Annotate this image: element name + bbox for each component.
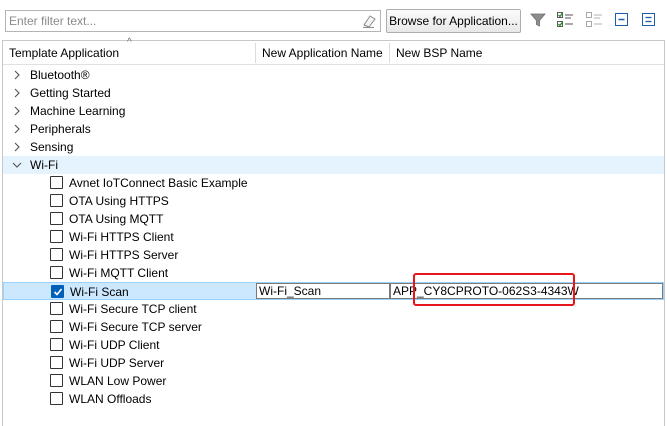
tree-category-row[interactable]: Peripherals <box>3 120 664 138</box>
tree-app-label: Wi-Fi UDP Server <box>69 356 165 370</box>
tree-app-row[interactable]: WLAN Offloads <box>3 390 664 408</box>
tree-app-label: Avnet IoTConnect Basic Example <box>69 176 248 190</box>
checkbox[interactable] <box>50 302 63 315</box>
tree-app-row[interactable]: Avnet IoTConnect Basic Example <box>3 174 664 192</box>
checkbox[interactable] <box>50 230 63 243</box>
chevron-right-icon[interactable] <box>11 84 23 102</box>
tree-app-row[interactable]: Wi-Fi HTTPS Server <box>3 246 664 264</box>
tree-app-label: WLAN Offloads <box>69 392 152 406</box>
collapse-all-icon[interactable] <box>613 11 631 29</box>
tree-app-row[interactable]: OTA Using HTTPS <box>3 192 664 210</box>
tree-category-row[interactable]: Sensing <box>3 138 664 156</box>
tree-category-row[interactable]: Getting Started <box>3 84 664 102</box>
checklist-disabled-icon[interactable] <box>585 11 603 29</box>
template-application-table: Template Application ^ New Application N… <box>2 37 665 426</box>
tree-app-row[interactable]: Wi-Fi HTTPS Client <box>3 228 664 246</box>
tree-category-row[interactable]: Bluetooth® <box>3 66 664 84</box>
tree-app-row[interactable]: OTA Using MQTT <box>3 210 664 228</box>
column-header-new-application-name[interactable]: New Application Name <box>256 41 390 65</box>
checkbox[interactable] <box>50 338 63 351</box>
checkbox[interactable] <box>50 194 63 207</box>
column-header-new-bsp-name[interactable]: New BSP Name <box>390 41 664 65</box>
tree-category-label: Getting Started <box>30 86 111 100</box>
tree-category-label: Sensing <box>30 140 74 154</box>
chevron-right-icon[interactable] <box>11 138 23 156</box>
chevron-right-icon[interactable] <box>11 66 23 84</box>
tree-app-label: Wi-Fi Secure TCP client <box>69 302 197 316</box>
new-application-name-field[interactable]: Wi-Fi_Scan <box>256 283 390 299</box>
browse-for-application-button[interactable]: Browse for Application... <box>386 9 521 33</box>
clear-filter-icon[interactable] <box>361 13 377 29</box>
tree-app-label: Wi-Fi Secure TCP server <box>69 320 202 334</box>
tree-app-row[interactable]: Wi-Fi Scan Wi-Fi_Scan APP_CY8CPROTO-062S3-… <box>3 282 664 300</box>
column-header-label: New BSP Name <box>396 46 483 60</box>
tree-app-row[interactable]: WLAN Low Power <box>3 372 664 390</box>
filter-icon[interactable] <box>529 11 547 29</box>
tree-app-row[interactable]: Wi-Fi Secure TCP server <box>3 318 664 336</box>
checkbox[interactable] <box>50 266 63 279</box>
chevron-right-icon[interactable] <box>11 120 23 138</box>
chevron-down-icon[interactable] <box>11 156 23 174</box>
checkbox[interactable] <box>50 320 63 333</box>
checkbox[interactable] <box>50 176 63 189</box>
sort-ascending-icon: ^ <box>127 37 132 48</box>
toolbar: Browse for Application... <box>0 0 667 40</box>
checkbox[interactable] <box>50 392 63 405</box>
column-header-label: Template Application <box>9 46 120 60</box>
tree-app-label: Wi-Fi HTTPS Client <box>69 230 174 244</box>
checklist-icon[interactable] <box>556 11 574 29</box>
column-header-template-application[interactable]: Template Application ^ <box>3 37 256 65</box>
tree-app-row[interactable]: Wi-Fi MQTT Client <box>3 264 664 282</box>
tree-app-label: Wi-Fi UDP Client <box>69 338 160 352</box>
new-bsp-name-field[interactable]: APP_CY8CPROTO-062S3-4343W <box>390 283 663 299</box>
tree-app-label: Wi-Fi HTTPS Server <box>69 248 179 262</box>
tree-category-label: Peripherals <box>30 122 91 136</box>
tree-category-label: Bluetooth® <box>30 68 90 82</box>
checkbox-checked[interactable] <box>51 285 64 298</box>
tree-app-row[interactable]: Wi-Fi Secure TCP client <box>3 300 664 318</box>
tree-app-label: Wi-Fi MQTT Client <box>69 266 169 280</box>
tree-app-row[interactable]: Wi-Fi UDP Server <box>3 354 664 372</box>
tree-category-row[interactable]: Machine Learning <box>3 102 664 120</box>
table-header: Template Application ^ New Application N… <box>3 37 664 65</box>
tree-app-label: OTA Using HTTPS <box>69 194 169 208</box>
tree-category-row[interactable]: Wi-Fi <box>3 156 664 174</box>
checkbox[interactable] <box>50 212 63 225</box>
checkbox[interactable] <box>50 374 63 387</box>
tree-category-label: Machine Learning <box>30 104 126 118</box>
tree-app-label: OTA Using MQTT <box>69 212 164 226</box>
tree-category-label: Wi-Fi <box>30 158 58 172</box>
checkbox[interactable] <box>50 248 63 261</box>
column-header-label: New Application Name <box>262 46 383 60</box>
tree-app-label: WLAN Low Power <box>69 374 167 388</box>
filter-field[interactable] <box>5 10 381 32</box>
tree-app-label: Wi-Fi Scan <box>70 285 129 299</box>
checkbox[interactable] <box>50 356 63 369</box>
chevron-right-icon[interactable] <box>11 102 23 120</box>
tree-app-row[interactable]: Wi-Fi UDP Client <box>3 336 664 354</box>
expand-all-icon[interactable] <box>640 11 658 29</box>
filter-input[interactable] <box>6 11 358 31</box>
